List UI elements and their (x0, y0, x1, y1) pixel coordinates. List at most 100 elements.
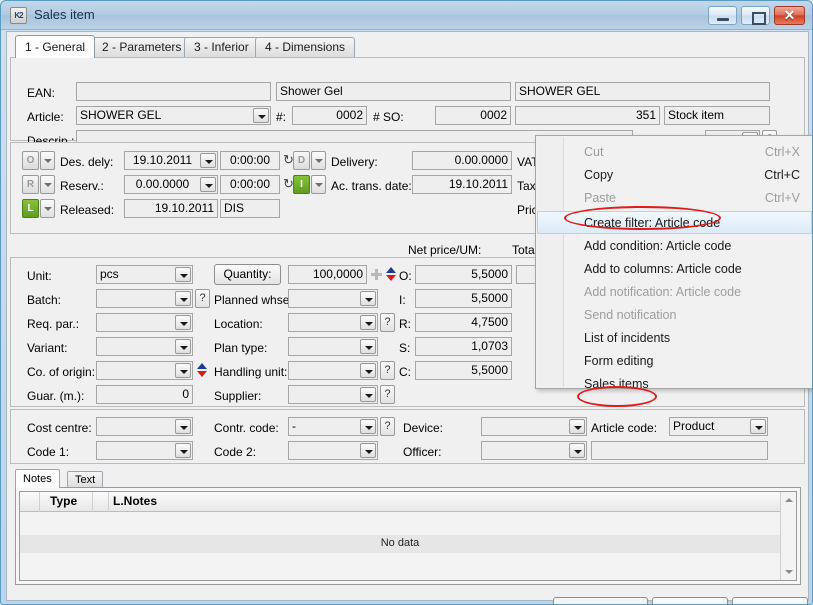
batch-parameters-button[interactable]: Batch parameters (553, 597, 648, 604)
ok-button[interactable]: OK (652, 597, 728, 604)
chevron-down-icon[interactable] (360, 443, 376, 458)
price-s-input[interactable]: 1,0703 (415, 337, 512, 356)
location-combo[interactable] (288, 313, 378, 332)
column-header-lnotes[interactable]: L.Notes (113, 494, 157, 508)
chevron-down-icon[interactable] (360, 339, 376, 354)
menu-item-send-notification[interactable]: Send notification (537, 304, 812, 327)
state-dropdown-r[interactable] (40, 175, 55, 194)
batch-combo[interactable] (96, 289, 193, 308)
article-code-combo[interactable]: Product (669, 417, 768, 436)
chevron-down-icon[interactable] (200, 153, 216, 168)
context-menu[interactable]: Cut Ctrl+X Copy Ctrl+C Paste Ctrl+V Crea… (535, 135, 812, 391)
chevron-down-icon[interactable] (360, 363, 376, 378)
tab-dimensions[interactable]: 4 - Dimensions (255, 37, 356, 57)
supplier-combo[interactable] (288, 385, 378, 404)
menu-item-add-to-columns-article-code[interactable]: Add to columns: Article code (537, 258, 812, 281)
chevron-down-icon[interactable] (360, 315, 376, 330)
released-date[interactable]: 19.10.2011 (124, 199, 218, 218)
officer-combo[interactable] (481, 441, 587, 460)
supplier-help-button[interactable]: ? (380, 385, 395, 404)
state-dropdown-o[interactable] (40, 151, 55, 170)
chevron-down-icon[interactable] (360, 291, 376, 306)
code1-combo[interactable] (96, 441, 193, 460)
quantity-input[interactable]: 100,0000 (288, 265, 367, 284)
chevron-down-icon[interactable] (175, 339, 191, 354)
state-dropdown-d[interactable] (311, 151, 326, 170)
tab-notes[interactable]: Notes (15, 469, 60, 488)
tab-text[interactable]: Text (67, 471, 104, 488)
plan-type-combo[interactable] (288, 337, 378, 356)
chevron-down-icon[interactable] (175, 315, 191, 330)
handling-unit-combo[interactable] (288, 361, 378, 380)
state-button-r[interactable]: R (22, 175, 39, 194)
tab-inferior[interactable]: 3 - Inferior (184, 37, 259, 57)
chevron-down-icon[interactable] (200, 177, 216, 192)
released-extra[interactable]: DIS (220, 199, 280, 218)
batch-help-button[interactable]: ? (195, 289, 210, 308)
menu-item-add-notification-article-code[interactable]: Add notification: Article code (537, 281, 812, 304)
contr-code-help-button[interactable]: ? (380, 417, 395, 436)
state-button-d[interactable]: D (293, 151, 310, 170)
menu-item-form-editing[interactable]: Form editing (537, 350, 812, 373)
article-name-input[interactable]: Shower Gel (276, 82, 511, 101)
unit-combo[interactable]: pcs (96, 265, 193, 284)
chevron-down-icon[interactable] (175, 443, 191, 458)
menu-item-create-filter-article-code[interactable]: Create filter: Article code (537, 211, 812, 234)
chevron-down-icon[interactable] (569, 419, 585, 434)
ean-input[interactable] (76, 82, 271, 101)
price-o-input[interactable]: 5,5000 (415, 265, 512, 284)
maximize-button[interactable] (741, 6, 770, 25)
chevron-down-icon[interactable] (175, 363, 191, 378)
state-button-l[interactable]: L (22, 199, 39, 218)
state-button-i[interactable]: I (293, 175, 310, 194)
quantity-button[interactable]: Quantity: (214, 264, 281, 285)
des-dely-time[interactable]: 0:00:00 (220, 151, 280, 170)
location-help-button[interactable]: ? (380, 313, 395, 332)
menu-item-copy[interactable]: Copy Ctrl+C (537, 164, 812, 187)
des-dely-date[interactable]: 19.10.2011 (124, 151, 218, 170)
price-c-input[interactable]: 5,5000 (415, 361, 512, 380)
chevron-down-icon[interactable] (175, 419, 191, 434)
co-of-origin-combo[interactable] (96, 361, 193, 380)
chevron-down-icon[interactable] (175, 291, 191, 306)
officer-extra-input[interactable] (591, 441, 768, 460)
menu-item-list-of-incidents[interactable]: List of incidents (537, 327, 812, 350)
cost-centre-combo[interactable] (96, 417, 193, 436)
reserv-time[interactable]: 0:00:00 (220, 175, 280, 194)
notes-grid-scrollbar[interactable] (780, 492, 796, 580)
tab-general[interactable]: 1 - General (15, 35, 96, 58)
chevron-down-icon[interactable] (360, 419, 376, 434)
menu-item-sales-items[interactable]: Sales items (537, 373, 812, 396)
req-par-combo[interactable] (96, 313, 193, 332)
reserv-date[interactable]: 0.00.0000 (124, 175, 218, 194)
ac-trans-date-value[interactable]: 19.10.2011 (412, 175, 512, 194)
chevron-down-icon[interactable] (360, 387, 376, 402)
guar-m-input[interactable]: 0 (96, 385, 193, 404)
storno-button[interactable]: Storno (732, 597, 808, 604)
hash-input[interactable]: 0002 (292, 106, 367, 125)
device-combo[interactable] (481, 417, 587, 436)
state-dropdown-i[interactable] (311, 175, 326, 194)
plus-icon[interactable] (371, 269, 382, 280)
article-combo[interactable]: SHOWER GEL (76, 106, 271, 125)
quantity-spinner-icon[interactable] (385, 267, 396, 282)
price-i-input[interactable]: 5,5000 (415, 289, 512, 308)
scroll-down-icon[interactable] (781, 565, 796, 580)
menu-item-paste[interactable]: Paste Ctrl+V (537, 187, 812, 210)
chevron-down-icon[interactable] (253, 108, 269, 123)
scroll-up-icon[interactable] (781, 492, 796, 507)
planned-whse-combo[interactable] (288, 289, 378, 308)
co-of-origin-spinner-icon[interactable] (196, 363, 207, 378)
state-button-o[interactable]: O (22, 151, 39, 170)
chevron-down-icon[interactable] (750, 419, 766, 434)
close-button[interactable]: ✕ (774, 6, 805, 25)
menu-item-add-condition-article-code[interactable]: Add condition: Article code (537, 235, 812, 258)
code2-combo[interactable] (288, 441, 378, 460)
article-kind-input[interactable]: Stock item (664, 106, 770, 125)
menu-item-cut[interactable]: Cut Ctrl+X (537, 141, 812, 164)
tab-parameters[interactable]: 2 - Parameters (92, 37, 192, 57)
delivery-value[interactable]: 0.00.0000 (412, 151, 512, 170)
chevron-down-icon[interactable] (175, 267, 191, 282)
article-name2-input[interactable]: SHOWER GEL (515, 82, 770, 101)
variant-combo[interactable] (96, 337, 193, 356)
